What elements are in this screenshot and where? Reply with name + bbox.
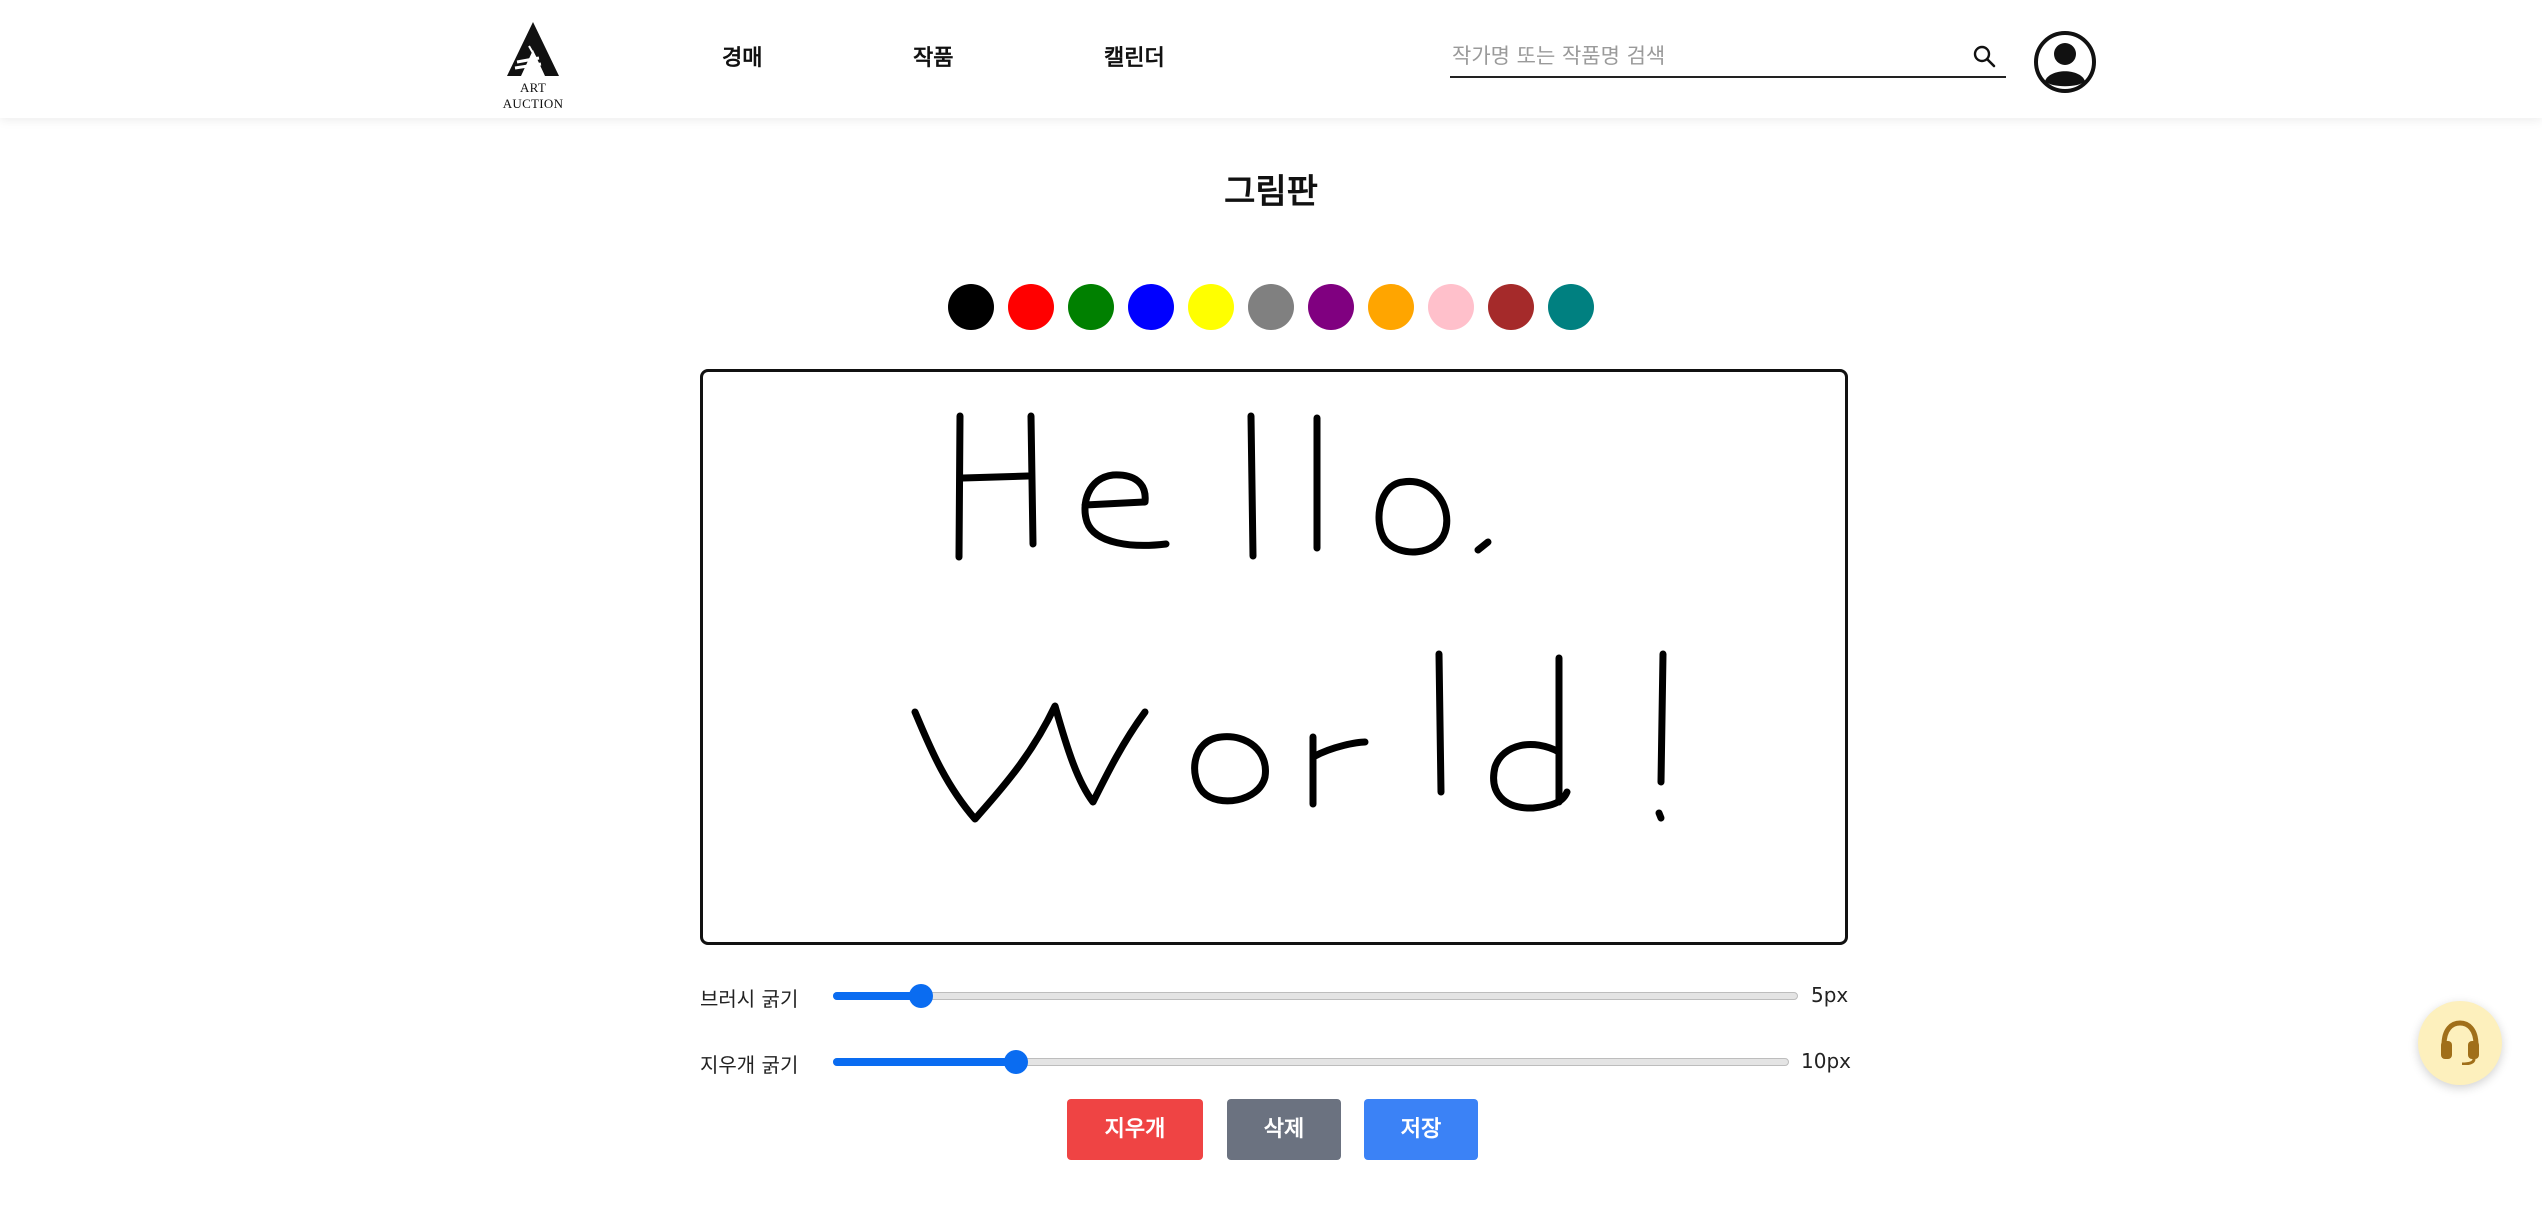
nav-auction[interactable]: 경매: [722, 40, 762, 72]
color-swatch-green[interactable]: [1068, 284, 1114, 330]
color-swatch-pink[interactable]: [1428, 284, 1474, 330]
page-title: 그림판: [1224, 172, 1318, 212]
brush-size-value: 5px: [1811, 983, 1849, 1007]
eraser-size-slider[interactable]: [833, 1050, 1789, 1074]
eraser-size-value: 10px: [1801, 1049, 1851, 1073]
art-auction-logo-icon: [507, 22, 559, 76]
search-icon[interactable]: [1972, 44, 1996, 72]
logo[interactable]: ART AUCTION: [490, 20, 576, 111]
handwritten-drawing: [911, 412, 1667, 823]
nav-calendar[interactable]: 캘린더: [1104, 40, 1165, 72]
brush-size-row: 브러시 굵기 5px: [700, 977, 1849, 1013]
logo-text: ART AUCTION: [502, 80, 564, 111]
drawing-canvas[interactable]: [700, 369, 1848, 945]
eraser-size-row: 지우개 굵기 10px: [700, 1043, 1851, 1079]
color-swatch-brown[interactable]: [1488, 284, 1534, 330]
color-swatch-purple[interactable]: [1308, 284, 1354, 330]
customer-support-button[interactable]: [2418, 1001, 2502, 1085]
brush-slider-fill: [833, 992, 920, 1000]
color-swatch-black[interactable]: [948, 284, 994, 330]
eraser-button[interactable]: 지우개: [1067, 1099, 1203, 1160]
color-swatch-blue[interactable]: [1128, 284, 1174, 330]
headset-icon: [2441, 1020, 2479, 1065]
search-bar: [1450, 36, 2006, 78]
save-button[interactable]: 저장: [1364, 1099, 1478, 1160]
delete-button[interactable]: 삭제: [1227, 1099, 1341, 1160]
brush-size-label: 브러시 굵기: [700, 987, 799, 1011]
user-avatar-icon[interactable]: [2034, 31, 2096, 93]
color-swatch-gray[interactable]: [1248, 284, 1294, 330]
search-input[interactable]: [1450, 38, 1954, 74]
eraser-size-label: 지우개 굵기: [700, 1053, 799, 1077]
eraser-slider-thumb[interactable]: [1004, 1050, 1028, 1074]
nav-artworks[interactable]: 작품: [913, 40, 953, 72]
color-swatch-orange[interactable]: [1368, 284, 1414, 330]
color-swatch-teal[interactable]: [1548, 284, 1594, 330]
color-swatch-yellow[interactable]: [1188, 284, 1234, 330]
brush-size-slider[interactable]: [833, 984, 1798, 1008]
eraser-slider-fill: [833, 1058, 1015, 1066]
color-swatch-red[interactable]: [1008, 284, 1054, 330]
brush-slider-thumb[interactable]: [909, 984, 933, 1008]
top-header: ART AUCTION 경매 작품 캘린더: [0, 0, 2542, 118]
